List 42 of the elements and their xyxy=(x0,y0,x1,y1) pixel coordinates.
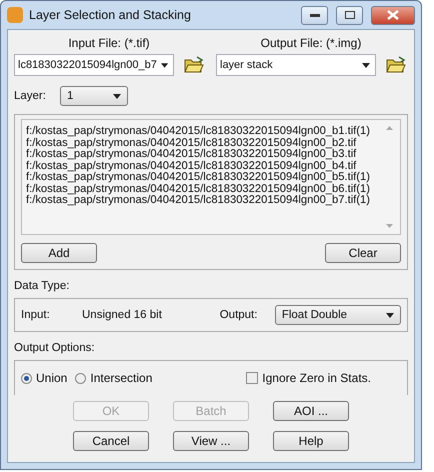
dialog-button[interactable]: Help xyxy=(273,431,349,451)
file-list-item[interactable]: f:/kostas_pap/strymonas/04042015/lc81830322015094lgn00_b1.tif(1) xyxy=(26,126,382,138)
radio-option[interactable]: Intersection xyxy=(75,371,152,385)
file-list-item[interactable]: f:/kostas_pap/strymonas/04042015/lc81830322015094lgn00_b4.tif xyxy=(26,160,382,172)
input-type-label: Input: xyxy=(21,309,51,321)
window-title: Layer Selection and Stacking xyxy=(29,8,192,22)
caret-icon xyxy=(362,62,370,68)
caret-icon xyxy=(386,312,394,318)
layer-label: Layer: xyxy=(14,90,46,102)
input-type-value: Unsigned 16 bit xyxy=(82,309,163,321)
file-list-item[interactable]: f:/kostas_pap/strymonas/04042015/lc81830322015094lgn00_b7.tif(1) xyxy=(26,195,382,206)
close-button[interactable] xyxy=(371,6,415,24)
file-list-item[interactable]: f:/kostas_pap/strymonas/04042015/lc81830322015094lgn00_b2.tif xyxy=(26,138,382,149)
folder-icon[interactable] xyxy=(184,56,204,74)
output-type-dropdown[interactable]: Float Double xyxy=(274,305,401,325)
output-type-label: Output: xyxy=(220,309,258,321)
caret-icon xyxy=(112,94,121,98)
minimize-icon xyxy=(310,14,320,16)
output-file-combo[interactable]: layer stack xyxy=(216,54,376,76)
file-list-item[interactable]: f:/kostas_pap/strymonas/04042015/lc81830322015094lgn00_b5.tif(1) xyxy=(26,172,382,184)
input-file-label: Input File: (*.tif) xyxy=(67,36,151,50)
maximize-button[interactable] xyxy=(336,6,363,24)
file-list-item[interactable]: f:/kostas_pap/strymonas/04042015/lc81830322015094lgn00_b6.tif(1) xyxy=(26,184,382,195)
list-button[interactable]: Add xyxy=(21,243,97,263)
maximize-icon xyxy=(344,11,354,19)
file-list-item[interactable]: f:/kostas_pap/strymonas/04042015/lc81830322015094lgn00_b3.tif xyxy=(26,149,382,160)
app-logo-icon xyxy=(7,7,23,23)
dialog-button[interactable]: AOI ... xyxy=(273,401,349,421)
minimize-button[interactable] xyxy=(301,6,328,24)
radio-option[interactable]: Union xyxy=(21,371,68,385)
layer-dropdown[interactable]: 1 xyxy=(60,86,128,106)
section-heading: Output Options: xyxy=(14,342,96,354)
caret-icon xyxy=(160,62,168,68)
close-icon xyxy=(387,10,399,20)
checkbox-option[interactable]: Ignore Zero in Stats. xyxy=(246,371,371,385)
section-heading: Data Type: xyxy=(14,280,70,292)
dialog-button[interactable]: View ... xyxy=(173,431,249,451)
output-file-label: Output File: (*.img) xyxy=(260,36,362,50)
list-button[interactable]: Clear xyxy=(325,243,401,263)
dialog-button[interactable]: Cancel xyxy=(73,431,149,451)
folder-icon[interactable] xyxy=(386,56,406,74)
input-file-combo[interactable]: lc81830322015094lgn00_b7 xyxy=(14,54,174,76)
